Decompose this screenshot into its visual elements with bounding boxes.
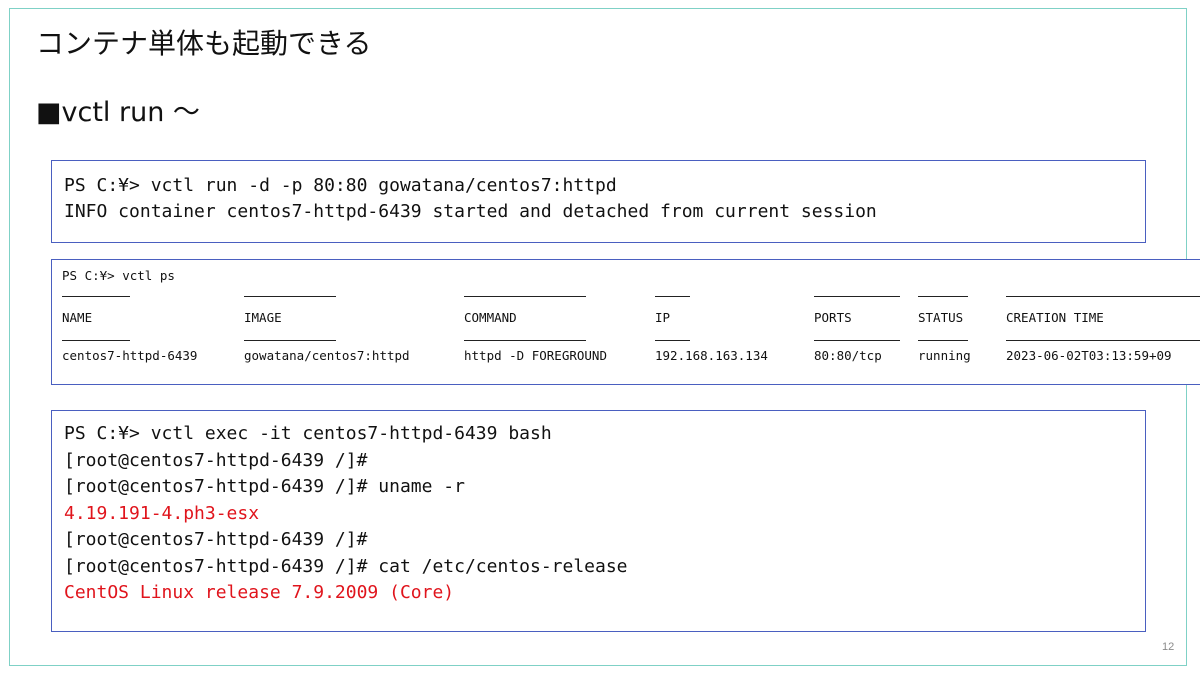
terminal-line: [root@centos7-httpd-6439 /]# <box>64 529 368 550</box>
table-rule <box>62 296 130 297</box>
page-number: 12 <box>1162 641 1175 653</box>
table-rule <box>62 340 130 341</box>
column-header: COMMAND <box>464 310 517 325</box>
table-rule <box>244 340 336 341</box>
column-header: IMAGE <box>244 310 282 325</box>
table-cell: 192.168.163.134 <box>655 348 768 363</box>
table-rule <box>655 340 690 341</box>
table-rule <box>464 296 586 297</box>
table-cell: httpd -D FOREGROUND <box>464 348 607 363</box>
terminal-lines: PS C:¥> vctl exec -it centos7-httpd-6439… <box>64 421 1145 607</box>
table-cell: 2023-06-02T03:13:59+09 <box>1006 348 1172 363</box>
column-header: STATUS <box>918 310 964 325</box>
table-cell: centos7-httpd-6439 <box>62 348 198 363</box>
terminal-line: CentOS Linux release 7.9.2009 (Core) <box>64 582 455 603</box>
terminal-line: INFO container centos7-httpd-6439 starte… <box>64 201 877 222</box>
slide-subtitle: ■vctl run ～ <box>36 97 200 128</box>
table-rule <box>814 296 900 297</box>
terminal-line: [root@centos7-httpd-6439 /]# uname -r <box>64 476 465 497</box>
terminal-line: [root@centos7-httpd-6439 /]# cat /etc/ce… <box>64 555 628 577</box>
table-rule <box>244 296 336 297</box>
column-header: CREATION TIME <box>1006 310 1104 325</box>
table-rule <box>814 340 900 341</box>
table-cell: 80:80/tcp <box>814 348 882 363</box>
table-rule <box>655 296 690 297</box>
table-rule <box>1006 340 1200 341</box>
terminal-line: PS C:¥> vctl exec -it centos7-httpd-6439… <box>64 423 552 444</box>
table-rule <box>918 296 968 297</box>
terminal-line: PS C:¥> vctl run -d -p 80:80 gowatana/ce… <box>64 175 617 196</box>
table-rule <box>918 340 968 341</box>
column-header: PORTS <box>814 310 852 325</box>
table-cell: running <box>918 348 971 363</box>
slide: コンテナ単体も起動できる ■vctl run ～ PS C:¥> vctl ru… <box>0 0 1200 675</box>
terminal-run-output: PS C:¥> vctl run -d -p 80:80 gowatana/ce… <box>51 160 1146 243</box>
slide-title: コンテナ単体も起動できる <box>36 27 372 60</box>
column-header: IP <box>655 310 671 325</box>
table-rule <box>464 340 586 341</box>
terminal-command-line: PS C:¥> vctl ps <box>62 268 175 283</box>
table-rule <box>1006 296 1200 297</box>
column-header: NAME <box>62 310 93 325</box>
terminal-line: [root@centos7-httpd-6439 /]# <box>64 449 368 471</box>
terminal-ps-output: PS C:¥> vctl ps NAME IMAGE COMMAND IP PORTS S… <box>51 259 1200 385</box>
table-cell: gowatana/centos7:httpd <box>244 348 410 363</box>
terminal-exec-output: PS C:¥> vctl exec -it centos7-httpd-6439… <box>51 410 1146 632</box>
terminal-line: 4.19.191-4.ph3-esx <box>64 502 260 524</box>
